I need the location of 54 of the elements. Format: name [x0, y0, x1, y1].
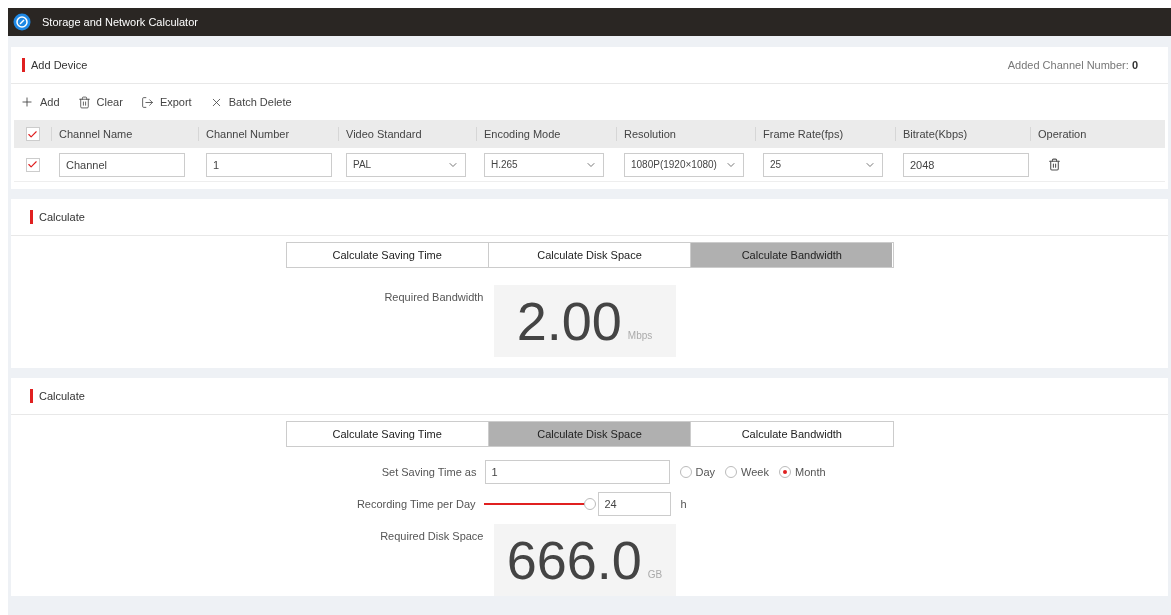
- dropdown[interactable]: PAL: [346, 152, 466, 177]
- trash-icon[interactable]: [1048, 158, 1061, 171]
- plus-icon: [20, 95, 34, 109]
- column-header: Channel Name: [59, 126, 133, 142]
- section-title: Calculate: [39, 209, 85, 225]
- result-value: 2.00: [516, 293, 622, 349]
- radio-label: Week: [741, 464, 769, 480]
- field-label: Recording Time per Day: [355, 496, 477, 512]
- result-label: Required Disk Space: [379, 529, 484, 544]
- window-title: Storage and Network Calculator: [42, 14, 198, 30]
- accent-bar: [30, 210, 33, 224]
- tab[interactable]: Calculate Disk Space: [487, 422, 691, 446]
- radio-button[interactable]: [779, 466, 791, 478]
- text-field[interactable]: 1: [206, 152, 332, 177]
- column-header: Bitrate(Kbps): [903, 126, 968, 142]
- checkbox[interactable]: [25, 127, 40, 141]
- result-value: 666.0: [506, 532, 642, 588]
- column-header: Frame Rate(fps): [763, 126, 844, 142]
- app-logo-icon: [13, 13, 31, 31]
- column-header: Resolution: [624, 126, 676, 142]
- checkbox[interactable]: [25, 157, 40, 172]
- tab[interactable]: Calculate Bandwidth: [690, 243, 893, 267]
- result-label: Required Bandwidth: [383, 290, 484, 305]
- section-title: Add Device: [31, 57, 88, 73]
- column-header: Video Standard: [346, 126, 422, 142]
- export-icon: [140, 95, 154, 109]
- text-field[interactable]: 2048: [903, 152, 1029, 177]
- channel-count: Added Channel Number: 0: [1007, 57, 1138, 73]
- accent-bar: [30, 389, 33, 403]
- toolbar-button[interactable]: Export: [140, 93, 192, 111]
- section-title: Calculate: [39, 388, 85, 404]
- radio-button[interactable]: [725, 466, 738, 478]
- toolbar-button[interactable]: Batch Delete: [209, 93, 292, 111]
- toolbar-button[interactable]: Clear: [77, 93, 123, 111]
- column-header: Operation: [1038, 126, 1087, 142]
- radio-label: Month: [795, 464, 826, 480]
- field-label: Set Saving Time as: [380, 464, 478, 480]
- accent-bar: [22, 58, 25, 72]
- unit-label: Mbps: [627, 329, 653, 343]
- text-field[interactable]: Channel: [59, 152, 185, 177]
- input-field[interactable]: 24: [597, 492, 671, 516]
- radio-button[interactable]: [679, 466, 692, 478]
- dropdown[interactable]: 25: [763, 152, 883, 177]
- toolbar-button[interactable]: Add: [20, 93, 60, 111]
- slider[interactable]: [483, 497, 596, 511]
- dropdown[interactable]: 1080P(1920×1080): [624, 152, 744, 177]
- trash-icon: [77, 95, 91, 109]
- dropdown[interactable]: H.265: [484, 152, 604, 177]
- radio-label: Day: [695, 464, 716, 480]
- input-field[interactable]: 1: [484, 460, 670, 484]
- column-header: Encoding Mode: [484, 126, 561, 142]
- unit-label: h: [680, 496, 688, 512]
- unit-label: GB: [647, 568, 663, 582]
- column-header: Channel Number: [206, 126, 290, 142]
